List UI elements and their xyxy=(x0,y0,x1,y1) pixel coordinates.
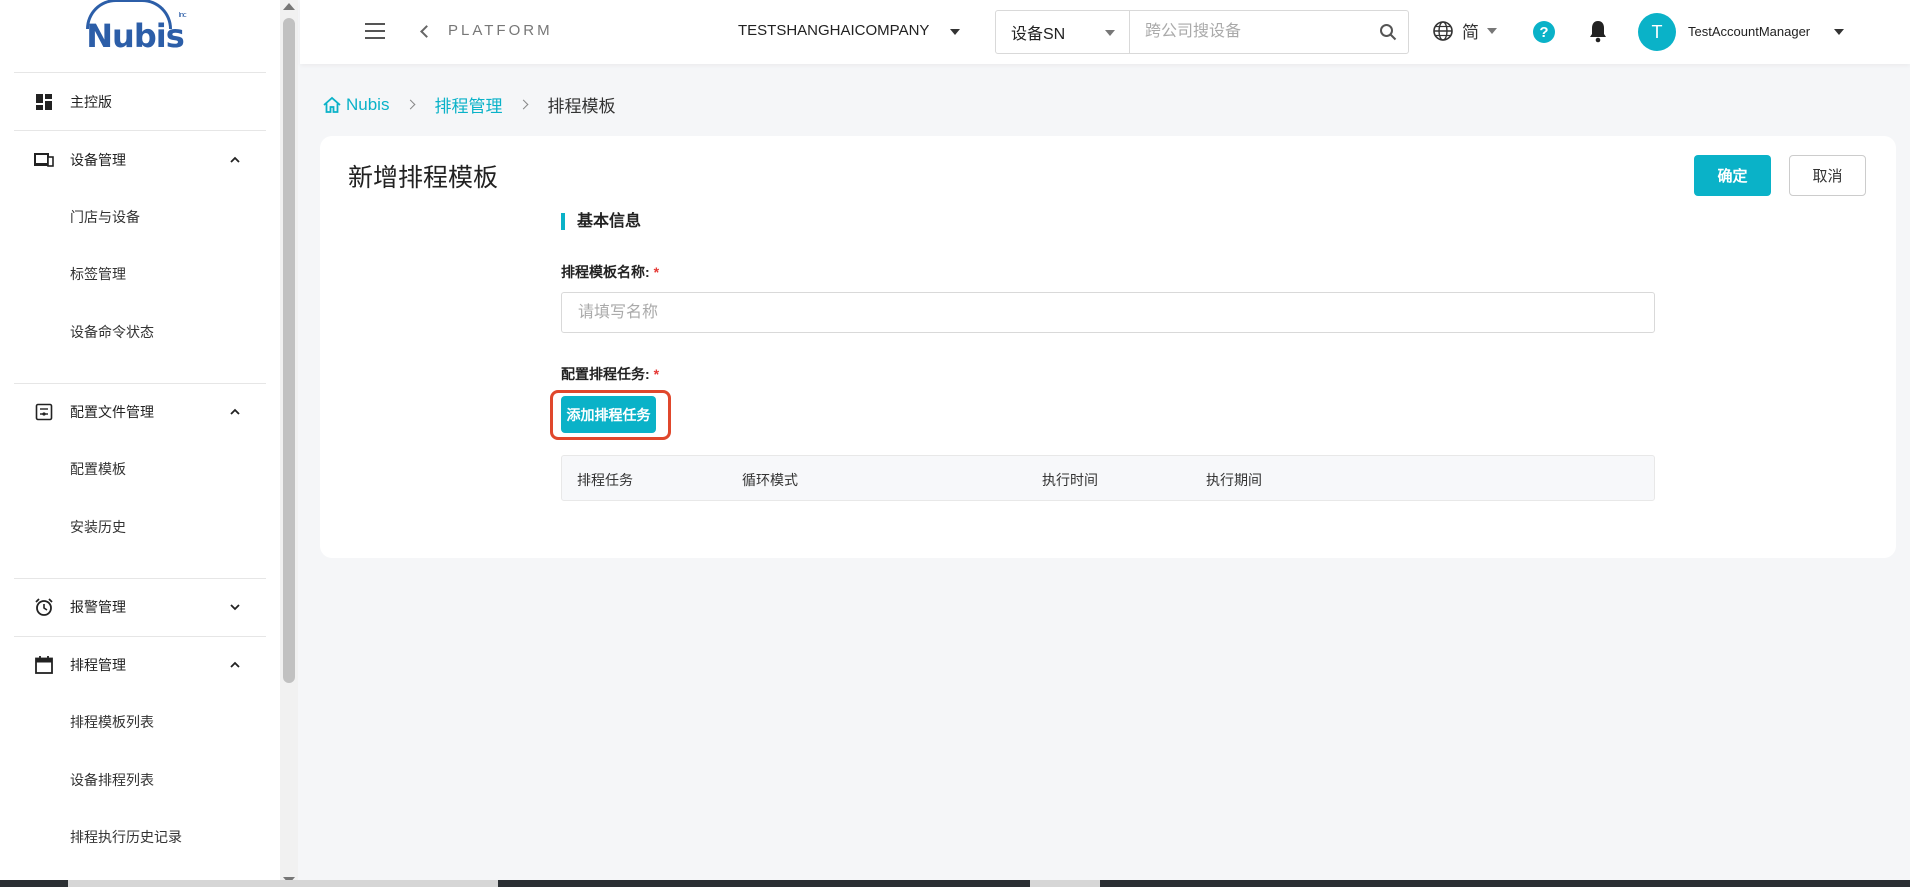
search-type-value: 设备SN xyxy=(1011,26,1066,43)
template-name-input[interactable] xyxy=(561,292,1655,333)
logo-cloud-icon xyxy=(86,0,173,29)
help-icon[interactable]: ? xyxy=(1533,21,1555,43)
template-name-label: 排程模板名称: * xyxy=(561,262,659,282)
chevron-down-icon[interactable] xyxy=(230,602,240,612)
breadcrumb-current: 排程模板 xyxy=(547,97,616,116)
caret-down-icon xyxy=(1105,30,1115,36)
sidebar-item-label: 主控版 xyxy=(70,93,112,110)
sidebar-item-config-template[interactable]: 配置模板 xyxy=(0,441,266,499)
search-type-select[interactable]: 设备SN xyxy=(996,11,1130,53)
sidebar-group-schedule: 排程管理 排程模板列表 设备排程列表 排程执行历史记录 xyxy=(14,637,266,867)
hamburger-menu-icon[interactable] xyxy=(365,23,385,39)
sidebar-group-device: 设备管理 门店与设备 标签管理 设备命令状态 xyxy=(14,131,266,361)
sidebar-group-config: 配置文件管理 配置模板 安装历史 xyxy=(14,384,266,556)
calendar-icon xyxy=(34,655,54,675)
sidebar-item-label: 报警管理 xyxy=(70,599,126,615)
sidebar: Nubis Inc 主控版 设备管理 门店与设备 标签管理 设备命令状态 配置文… xyxy=(0,0,280,887)
search-input[interactable] xyxy=(1130,11,1368,53)
cancel-button[interactable]: 取消 xyxy=(1789,155,1866,196)
language-value: 简 xyxy=(1462,23,1479,42)
form-card: 新增排程模板 确定 取消 基本信息 排程模板名称:* 配置排程任务:* 添加排程… xyxy=(320,136,1896,558)
sidebar-item-schedule-history[interactable]: 排程执行历史记录 xyxy=(0,809,266,867)
sidebar-item-device-command-status[interactable]: 设备命令状态 xyxy=(0,303,266,361)
schedule-tasks-label: 配置排程任务: * xyxy=(561,364,659,384)
sidebar-item-tag-mgmt[interactable]: 标签管理 xyxy=(0,246,266,304)
top-header: PLATFORM TESTSHANGHAICOMPANY 设备SN 简 ? T … xyxy=(300,0,1910,64)
sidebar-item-label: 设备管理 xyxy=(70,151,126,168)
sidebar-scrollbar[interactable] xyxy=(280,0,298,887)
bottom-bar xyxy=(0,880,1910,887)
alarm-clock-icon xyxy=(34,597,54,617)
breadcrumb-schedule-mgmt[interactable]: 排程管理 xyxy=(434,92,502,117)
required-mark: * xyxy=(653,366,660,382)
page-title: 新增排程模板 xyxy=(348,164,499,192)
sidebar-item-schedule-mgmt[interactable]: 排程管理 xyxy=(14,637,266,694)
config-file-icon xyxy=(34,402,54,422)
sidebar-item-device-mgmt[interactable]: 设备管理 xyxy=(14,131,266,188)
username[interactable]: TestAccountManager xyxy=(1688,24,1810,39)
chevron-up-icon[interactable] xyxy=(230,155,240,165)
highlight-box: 添加排程任务 xyxy=(550,390,671,440)
globe-icon xyxy=(1433,20,1453,41)
column-header-task: 排程任务 xyxy=(577,472,633,488)
task-table-header: 排程任务 循环模式 执行时间 执行期间 xyxy=(561,455,1655,501)
scroll-up-arrow-icon[interactable] xyxy=(283,3,295,10)
language-selector[interactable]: 简 xyxy=(1432,18,1497,43)
caret-down-icon xyxy=(1487,27,1497,34)
column-header-cycle-mode: 循环模式 xyxy=(742,472,798,488)
breadcrumb: Nubis 排程管理 排程模板 xyxy=(322,92,615,117)
chevron-left-icon[interactable] xyxy=(420,25,433,38)
column-header-exec-period: 执行期间 xyxy=(1206,472,1262,488)
bell-icon[interactable] xyxy=(1588,19,1608,48)
sidebar-item-config-mgmt[interactable]: 配置文件管理 xyxy=(14,384,266,441)
sidebar-item-dashboard[interactable]: 主控版 xyxy=(14,73,266,130)
sidebar-item-install-history[interactable]: 安装历史 xyxy=(0,498,266,556)
dashboard-icon xyxy=(34,92,54,112)
field-label-text: 配置排程任务: xyxy=(561,366,650,382)
home-icon[interactable] xyxy=(322,96,342,114)
required-mark: * xyxy=(653,264,660,280)
scrollbar-thumb[interactable] xyxy=(283,18,295,683)
column-header-exec-time: 执行时间 xyxy=(1042,472,1098,488)
logo[interactable]: Nubis Inc xyxy=(0,0,280,72)
logo-inc: Inc xyxy=(178,11,186,19)
sidebar-item-alarm-mgmt[interactable]: 报警管理 xyxy=(14,579,266,636)
confirm-button[interactable]: 确定 xyxy=(1694,155,1771,196)
platform-label[interactable]: PLATFORM xyxy=(448,22,553,39)
sidebar-item-device-schedule-list[interactable]: 设备排程列表 xyxy=(0,751,266,809)
sidebar-group-alarm: 报警管理 xyxy=(14,579,266,636)
chevron-up-icon[interactable] xyxy=(230,407,240,417)
sidebar-item-label: 排程管理 xyxy=(70,657,126,673)
sidebar-item-label: 配置文件管理 xyxy=(70,404,154,420)
add-schedule-task-button[interactable]: 添加排程任务 xyxy=(561,396,656,433)
field-label-text: 排程模板名称: xyxy=(561,264,650,280)
chevron-up-icon[interactable] xyxy=(230,660,240,670)
bottom-bar-segment xyxy=(1030,880,1100,887)
caret-down-icon[interactable] xyxy=(950,29,960,35)
device-search: 设备SN xyxy=(995,10,1409,54)
breadcrumb-home[interactable]: Nubis xyxy=(346,95,389,115)
caret-down-icon[interactable] xyxy=(1834,29,1844,35)
devices-icon xyxy=(34,150,54,170)
chevron-right-icon xyxy=(519,99,529,110)
sidebar-item-schedule-template-list[interactable]: 排程模板列表 xyxy=(0,694,266,752)
bottom-bar-segment xyxy=(68,880,498,887)
section-title: 基本信息 xyxy=(561,213,641,230)
company-selector[interactable]: TESTSHANGHAICOMPANY xyxy=(738,22,929,39)
avatar[interactable]: T xyxy=(1638,13,1676,51)
search-icon[interactable] xyxy=(1368,11,1408,53)
sidebar-item-stores-devices[interactable]: 门店与设备 xyxy=(0,188,266,246)
chevron-right-icon xyxy=(406,99,416,110)
